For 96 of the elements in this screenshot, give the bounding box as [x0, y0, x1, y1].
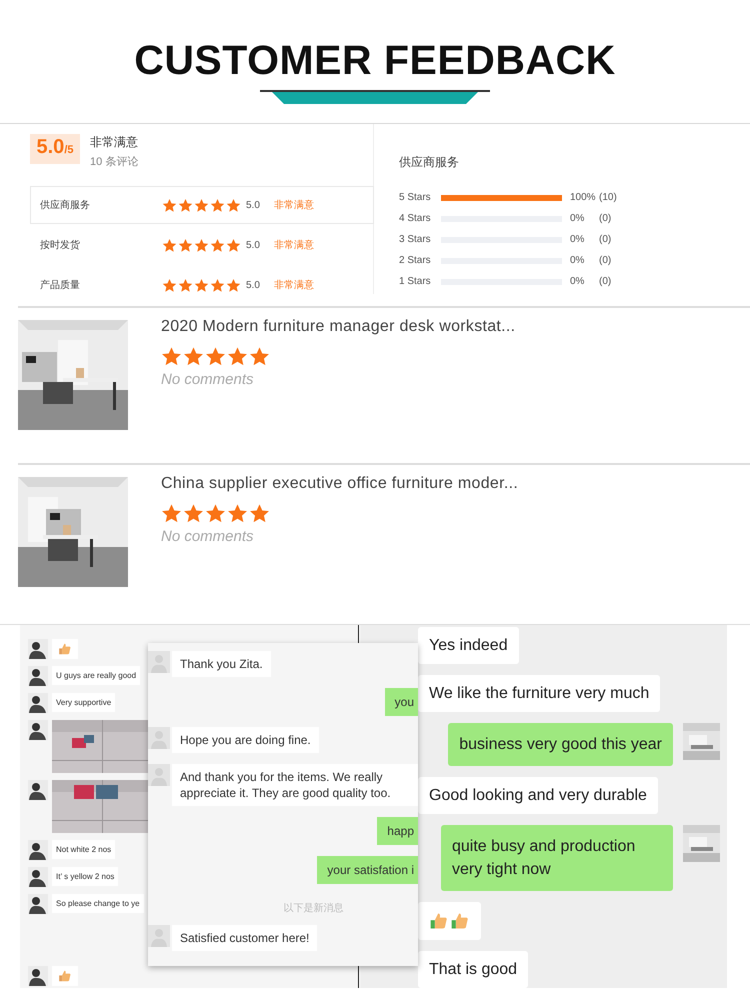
thumbs-up-icon — [429, 911, 449, 931]
chat-bubble: That is good — [418, 951, 528, 988]
chat-bubble: U guys are really good — [52, 666, 140, 685]
distribution-title: 供应商服务 — [399, 154, 460, 171]
rating-category-row[interactable]: 产品质量 5.0 非常满意 — [30, 266, 374, 304]
rating-category-row[interactable]: 供应商服务 5.0 非常满意 — [30, 186, 374, 224]
category-score: 5.0 — [246, 280, 261, 290]
percent-label: 0% — [570, 276, 586, 287]
chat-bubble: business very good this year — [448, 723, 673, 766]
overall-verdict: 非常满意 — [90, 134, 138, 151]
star-icon — [162, 238, 177, 252]
category-name: 供应商服务 — [39, 198, 91, 212]
avatar-icon — [148, 651, 170, 673]
avatar-icon — [28, 840, 48, 860]
percent-label: 0% — [570, 234, 586, 245]
chat-bubble: Not white 2 nos — [52, 840, 116, 859]
star-icon — [162, 198, 177, 212]
percent-label: 100% — [570, 192, 597, 203]
chat-bubble: It’ s yellow 2 nos — [52, 867, 118, 886]
star-icon — [210, 278, 225, 292]
star-level-label: 1 Stars — [399, 276, 432, 287]
chat-bubble: Hope you are doing fine. — [172, 727, 319, 753]
star-icon — [227, 503, 248, 524]
avatar-icon — [28, 867, 48, 887]
count-label: (0) — [599, 255, 612, 266]
thumbs-up-icon — [58, 642, 72, 656]
star-icon — [226, 278, 241, 292]
review-comment: No comments — [161, 371, 255, 388]
star-icon — [178, 198, 193, 212]
chat-bubble: Very supportive — [52, 693, 116, 712]
thumbs-up-icon — [58, 969, 72, 983]
count-label: (10) — [599, 192, 617, 203]
star-icon — [194, 278, 209, 292]
rating-category-row[interactable]: 按时发货 5.0 非常满意 — [30, 226, 374, 264]
category-name: 产品质量 — [39, 278, 81, 292]
chat-bubble: happ — [377, 817, 418, 845]
star-icon — [226, 198, 241, 212]
star-icon — [205, 346, 226, 367]
product-title[interactable]: China supplier executive office furniture moder... — [161, 475, 518, 493]
chat-bubble: And thank you for the items. We really appreciate it. They are good quality too. — [172, 764, 418, 806]
chat-bubble: your satisfation i — [317, 856, 418, 884]
count-label: (0) — [599, 234, 612, 245]
star-icon — [210, 238, 225, 252]
count-label: (0) — [599, 276, 612, 287]
avatar-icon — [28, 639, 48, 659]
star-icon — [210, 198, 225, 212]
star-icon — [183, 346, 204, 367]
count-label: (0) — [599, 213, 612, 224]
star-level-label: 4 Stars — [399, 213, 432, 224]
avatar-icon — [28, 894, 48, 914]
star-icon — [162, 278, 177, 292]
avatar-icon — [28, 693, 48, 713]
category-verdict: 非常满意 — [274, 198, 314, 212]
star-icon — [249, 346, 270, 367]
score-badge: 5.0/5 — [30, 134, 80, 164]
product-title[interactable]: 2020 Modern furniture manager desk workstat... — [161, 318, 516, 336]
thumbs-up-icon — [450, 911, 470, 931]
category-score: 5.0 — [246, 240, 261, 250]
star-icon — [178, 278, 193, 292]
avatar-icon — [28, 780, 48, 800]
chat-bubble: Thank you Zita. — [172, 651, 271, 677]
chat-bubble: Yes indeed — [418, 627, 519, 664]
new-messages-divider: 以下是新消息 — [282, 902, 344, 915]
percent-label: 0% — [570, 213, 586, 224]
percent-label: 0% — [570, 255, 586, 266]
chat-bubble: quite busy and production very tight now — [441, 825, 673, 891]
avatar-icon — [148, 727, 170, 749]
chat-bubble: Satisfied customer here! — [172, 925, 318, 951]
star-icon — [194, 238, 209, 252]
chat-bubble: Good looking and very durable — [418, 777, 658, 814]
star-icon — [161, 503, 182, 524]
avatar-icon — [148, 764, 170, 786]
star-icon — [227, 346, 248, 367]
avatar-icon — [28, 666, 48, 686]
chat-bubble: you — [384, 688, 418, 716]
category-score: 5.0 — [246, 200, 261, 210]
avatar-icon — [148, 925, 170, 947]
chat-bubble: We like the furniture very much — [418, 675, 660, 712]
category-verdict: 非常满意 — [274, 278, 314, 292]
category-verdict: 非常满意 — [274, 238, 314, 252]
chat-bubble: So please change to ye — [52, 894, 144, 913]
star-icon — [178, 238, 193, 252]
star-level-label: 2 Stars — [399, 255, 432, 266]
star-icon — [205, 503, 226, 524]
avatar-icon — [28, 720, 48, 740]
review-count: 10 条评论 — [90, 155, 138, 169]
star-icon — [249, 503, 270, 524]
star-level-label: 5 Stars — [399, 192, 432, 203]
page-title: CUSTOMER FEEDBACK — [134, 36, 616, 84]
star-icon — [161, 346, 182, 367]
star-icon — [194, 198, 209, 212]
category-name: 按时发货 — [39, 238, 81, 252]
star-level-label: 3 Stars — [399, 234, 432, 245]
star-icon — [226, 238, 241, 252]
star-icon — [183, 503, 204, 524]
review-comment: No comments — [161, 528, 255, 545]
